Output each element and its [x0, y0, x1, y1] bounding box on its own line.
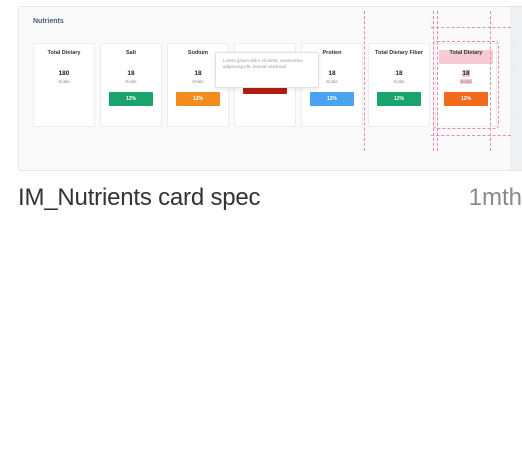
spec-marker: ◦ [362, 138, 364, 144]
file-thumbnail[interactable]: Nutrients Total Dietary 180 Kcals Salt 1… [18, 6, 522, 171]
nutrient-card: Salt 18 Kcals 12% [100, 43, 162, 127]
file-modified-time: 1mth [468, 184, 522, 211]
spec-guide-line [490, 11, 491, 151]
card-label: Total Dietary Fiber [375, 50, 423, 56]
spec-guide-line [433, 11, 434, 151]
spec-marker: ◦ [513, 64, 515, 70]
spec-guide-line [364, 11, 365, 151]
card-unit: Kcals [393, 79, 405, 84]
card-value: 18 [127, 70, 135, 77]
card-unit: Kcals [192, 79, 204, 84]
card-badge: 12% [444, 92, 488, 106]
nutrients-section-title: Nutrients [33, 18, 64, 25]
spec-marker: ◦ [362, 16, 364, 22]
card-unit: Kcals [125, 79, 137, 84]
nutrient-card: Total Dietary Fiber 18 Kcals 12% [368, 43, 430, 127]
card-badge: 12% [176, 92, 220, 106]
nutrient-card: Total Dietary 180 Kcals [33, 43, 95, 127]
spec-guide-line [431, 135, 511, 136]
card-label: Salt [125, 50, 137, 56]
card-value: 18 [194, 70, 202, 77]
card-value: 18 [328, 70, 336, 77]
spec-marker: ◦ [513, 42, 515, 48]
card-unit: Kcals [326, 79, 338, 84]
card-value: 18 [462, 70, 470, 77]
card-label: Total Dietary [47, 50, 81, 56]
spec-guide-line [437, 11, 438, 151]
spec-guide-line [431, 27, 511, 28]
card-label: Total Dietary [439, 50, 493, 64]
spec-marker: ◦ [513, 116, 515, 122]
thumbnail-edge [510, 7, 522, 170]
spec-marker: ◦ [488, 138, 490, 144]
card-badge: 12% [310, 92, 354, 106]
card-badge: 12% [109, 92, 153, 106]
card-unit: Kcals [460, 79, 472, 84]
tooltip: Lorem ipsum dolor sit amet, consectetur … [215, 52, 319, 88]
file-name[interactable]: IM_Nutrients card spec [18, 184, 261, 212]
card-unit: Kcals [58, 79, 70, 84]
card-value: 18 [395, 70, 403, 77]
card-badge: 12% [377, 92, 421, 106]
nutrient-card-spec: Total Dietary 18 Kcals 12% [433, 41, 499, 129]
card-value: 180 [58, 70, 70, 77]
spec-marker: ◦ [431, 16, 433, 22]
spec-marker: ◦ [488, 16, 490, 22]
spec-marker: ◦ [431, 138, 433, 144]
